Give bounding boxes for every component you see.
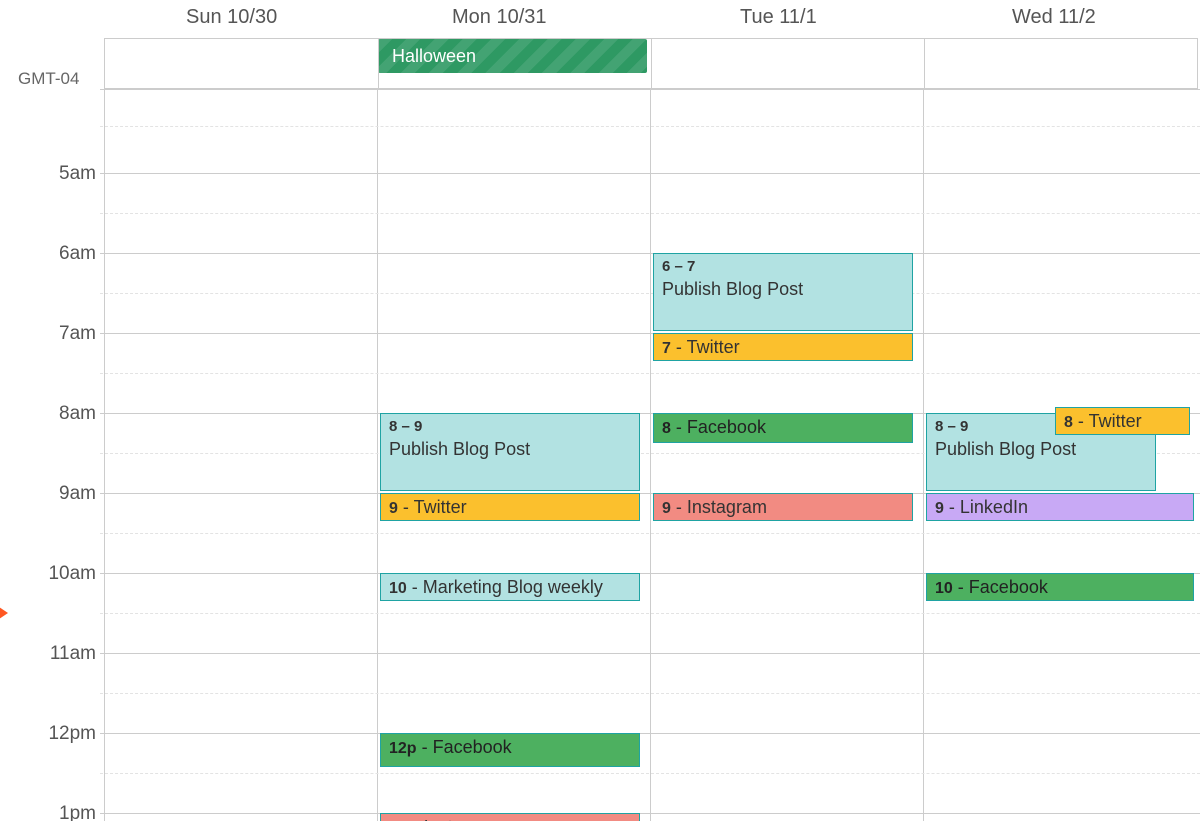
hour-label-11am: 11am [0,643,96,665]
event-title: Instagram [687,497,767,517]
day-header-sun[interactable]: Sun 10/30 [186,6,277,29]
event-time: 9 [662,500,671,517]
event-tue-twitter[interactable]: 7 - Twitter [653,333,913,361]
event-tue-insta[interactable]: 9 - Instagram [653,493,913,521]
hour-label-12pm: 12pm [0,723,96,745]
event-title: Twitter [687,337,740,357]
event-title: Publish Blog Post [662,279,803,299]
hour-label-8am: 8am [0,403,96,425]
event-title: Facebook [433,737,512,757]
event-title: Facebook [969,577,1048,597]
allday-row[interactable]: Halloween [104,38,1198,89]
time-grid[interactable]: 5am 6am 7am 8am 9am 10am [0,89,1200,821]
timezone-label: GMT-04 [18,69,79,89]
event-wed-linkedin[interactable]: 9 - LinkedIn [926,493,1194,521]
event-tue-fb[interactable]: 8 - Facebook [653,413,913,443]
event-title: Publish Blog Post [389,439,530,459]
event-wed-fb[interactable]: 10 - Facebook [926,573,1194,601]
event-title: Twitter [414,497,467,517]
event-time: 8 – 9 [389,416,631,438]
event-time: 8 [1064,414,1073,431]
event-wed-twitter[interactable]: 8 - Twitter [1055,407,1190,435]
event-time: 8 [662,420,671,437]
allday-event-halloween[interactable]: Halloween [378,39,647,73]
hour-label-6am: 6am [0,243,96,265]
event-mon-publish[interactable]: 8 – 9 Publish Blog Post [380,413,640,491]
day-header-wed[interactable]: Wed 11/2 [1012,6,1096,29]
event-title: Facebook [687,417,766,437]
event-time: 9 [935,500,944,517]
hour-label-5am: 5am [0,163,96,185]
allday-event-title: Halloween [392,46,476,66]
now-indicator-icon [0,605,8,621]
event-time: 10 [389,580,407,597]
day-header-tue[interactable]: Tue 11/1 [740,6,817,29]
event-time: 6 – 7 [662,256,904,278]
event-mon-fb[interactable]: 12p - Facebook [380,733,640,767]
event-title: Publish Blog Post [935,439,1076,459]
calendar-week-view: Sun 10/30 Mon 10/31 Tue 11/1 Wed 11/2 GM… [0,0,1200,821]
hour-label-1pm: 1pm [0,803,96,821]
event-title: Marketing Blog weekly [423,577,603,597]
event-title: Instagram [424,817,504,821]
event-time: 12p [389,740,417,757]
event-time: 7 [662,340,671,357]
day-header-mon[interactable]: Mon 10/31 [452,6,547,29]
event-time: 9 [389,500,398,517]
day-header-row: Sun 10/30 Mon 10/31 Tue 11/1 Wed 11/2 [0,6,1200,36]
event-tue-publish[interactable]: 6 – 7 Publish Blog Post [653,253,913,331]
hour-label-10am: 10am [0,563,96,585]
event-mon-twitter[interactable]: 9 - Twitter [380,493,640,521]
event-title: LinkedIn [960,497,1028,517]
hour-label-7am: 7am [0,323,96,345]
hour-label-9am: 9am [0,483,96,505]
event-mon-insta[interactable]: 1p - Instagram [380,813,640,821]
event-title: Twitter [1089,411,1142,431]
event-time: 10 [935,580,953,597]
event-mon-blog[interactable]: 10 - Marketing Blog weekly [380,573,640,601]
